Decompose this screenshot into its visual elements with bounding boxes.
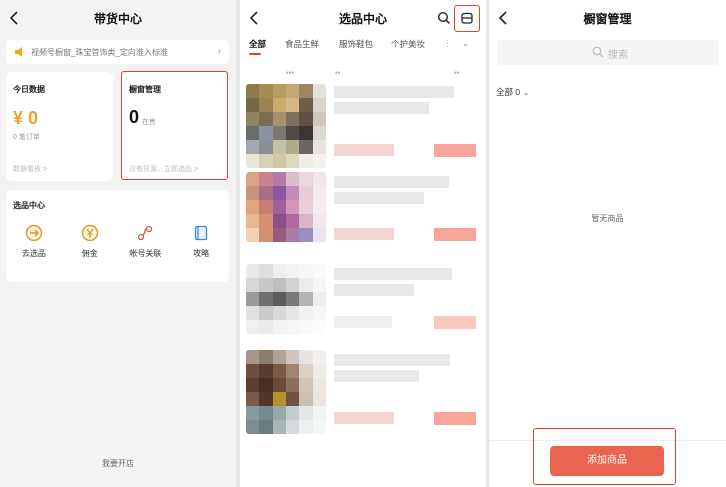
filter-dropdown[interactable]: 全部 0 ⌄ [496,86,530,98]
highlight-box [121,71,228,180]
today-amount: ¥ 0 [13,108,39,128]
guide-label: 攻略 [193,249,210,258]
notice-text: 视频号橱窗_珠宝首饰类_定向准入标准 [31,48,168,57]
yen-icon [81,224,98,242]
blurred-text [334,412,394,424]
blurred-text [334,144,394,156]
tab-apparel[interactable]: 服饰鞋包 [339,38,373,50]
select-product-label: 去选品 [21,249,46,258]
sort-header-blurred: ▪▪▪ [286,68,294,77]
product-list-item[interactable] [246,350,478,440]
select-product-icon [25,224,43,242]
chevron-right-icon: › [217,46,221,57]
search-input[interactable]: 搜索 [497,40,719,65]
blurred-text [334,176,449,188]
blurred-text [334,86,454,98]
today-orders: 0 笔订单 [13,134,40,141]
top-bar: 带货中心 [0,0,236,36]
product-thumbnail [246,172,326,242]
select-product-entry[interactable]: 去选品 [6,224,62,259]
chevron-down-icon: ⌄ [522,87,530,97]
page-title: 橱窗管理 [583,12,632,26]
commission-label: 佣金 [81,249,98,258]
blurred-text [334,370,419,382]
highlight-box [454,5,480,32]
book-icon [194,225,208,241]
blurred-text [334,284,414,296]
product-thumbnail [246,84,326,168]
today-data-card[interactable]: 今日数据 ¥ 0 0 笔订单 数据看板 > [6,72,113,181]
top-bar: 选品中心 [240,0,486,36]
promotion-center-screen: 带货中心 视频号橱窗_珠宝首饰类_定向准入标准 › 今日数据 ¥ 0 0 笔订单… [0,0,236,487]
speaker-icon [15,47,22,57]
link-icon [138,225,153,241]
blurred-text [334,316,392,328]
select-center-card: 选品中心 去选品 佣金 帐号关联 攻略 [6,190,229,282]
search-placeholder: 搜索 [608,50,628,61]
select-center-grid: 去选品 佣金 帐号关联 攻略 [6,224,229,259]
select-center-title: 选品中心 [13,201,45,210]
chevron-down-icon[interactable]: ⌄ [462,38,469,49]
tab-beauty[interactable]: 个护美妆 [391,38,425,50]
blurred-text [334,102,429,114]
blurred-button[interactable] [434,316,476,329]
product-thumbnail [246,350,326,434]
tab-all[interactable]: 全部 [249,38,266,50]
today-data-title: 今日数据 [13,85,45,94]
search-icon [592,46,604,58]
blurred-button[interactable] [434,228,476,241]
dashboard-link[interactable]: 数据看板 > [13,164,47,174]
sort-header-blurred: ▪▪ [454,68,460,77]
product-thumbnail [246,264,326,334]
blurred-text [334,354,450,366]
sort-header-blurred: ▪▪ [335,68,341,77]
product-selection-screen: 选品中心 全部 食品生鲜 服饰鞋包 个护美妆 ⋮ ⌄ ▪▪▪ ▪▪ ▪▪ [240,0,486,487]
blurred-text [334,228,394,240]
filter-label: 全部 0 [496,87,521,97]
commission-entry[interactable]: 佣金 [62,224,118,259]
tab-fresh-food[interactable]: 食品生鲜 [285,38,319,50]
account-link-entry[interactable]: 帐号关联 [118,224,174,259]
blurred-text [334,192,424,204]
blurred-text [334,268,452,280]
product-list-item[interactable] [246,84,478,172]
active-tab-indicator [249,53,261,55]
guide-entry[interactable]: 攻略 [173,224,229,259]
showcase-management-screen: 橱窗管理 搜索 全部 0 ⌄ 暂无商品 添加商品 [489,0,726,487]
empty-state-text: 暂无商品 [591,214,624,223]
product-list-item[interactable] [246,172,478,254]
category-tabs: 全部 食品生鲜 服饰鞋包 个护美妆 ⋮ ⌄ [240,38,486,56]
highlight-box [533,428,676,485]
page-title: 带货中心 [93,12,142,26]
tab-more[interactable]: ⋮ [443,38,452,49]
search-icon[interactable] [437,11,451,25]
blurred-button[interactable] [434,412,476,425]
notice-bar[interactable]: 视频号橱窗_珠宝首饰类_定向准入标准 › [6,40,229,64]
open-shop-link[interactable]: 我要开店 [0,458,236,469]
account-link-label: 帐号关联 [129,249,162,258]
product-list-item[interactable] [246,264,478,344]
top-bar: 橱窗管理 [489,0,726,36]
blurred-button[interactable] [434,144,476,157]
